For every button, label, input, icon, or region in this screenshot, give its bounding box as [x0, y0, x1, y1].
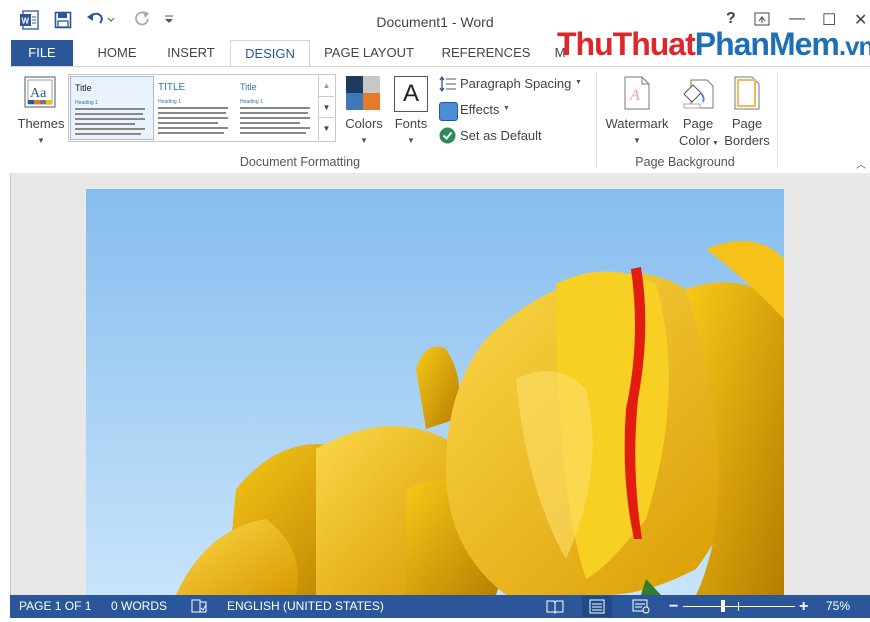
style-thumb-title: TITLE: [158, 82, 186, 93]
colors-label: Colors: [345, 116, 383, 131]
chevron-down-icon: ▼: [503, 105, 510, 112]
zoom-in-button[interactable]: +: [799, 595, 808, 618]
svg-text:Aa: Aa: [30, 86, 47, 101]
chevron-down-icon: ▼: [575, 79, 582, 86]
chevron-down-icon: ▼: [360, 136, 368, 145]
watermark-label: Watermark: [605, 116, 669, 131]
group-separator: [777, 72, 778, 168]
print-layout-icon[interactable]: [582, 596, 612, 617]
tab-design[interactable]: DESIGN: [230, 40, 310, 68]
zoom-out-button[interactable]: −: [669, 595, 678, 618]
themes-icon: Aa: [24, 76, 56, 108]
page-borders-label-line2: Borders: [724, 133, 770, 148]
svg-text:A: A: [629, 87, 640, 104]
tab-file[interactable]: FILE: [11, 40, 73, 66]
web-layout-icon[interactable]: [632, 599, 650, 614]
tab-references[interactable]: REFERENCES: [436, 40, 536, 66]
style-set-thumb[interactable]: TITLE Heading 1: [154, 76, 234, 138]
effects-label: Effects: [460, 102, 500, 117]
watermark-part2: PhanMem: [694, 26, 840, 62]
paragraph-spacing-icon: [439, 75, 457, 93]
chevron-down-icon: ▼: [633, 136, 641, 145]
page-count[interactable]: PAGE 1 OF 1: [19, 595, 91, 618]
watermark-part3: .vn: [838, 31, 870, 61]
group-label-page-background: Page Background: [635, 155, 735, 169]
page-color-label-line1: Page: [682, 116, 714, 131]
page-color-label-line2: Color ▼: [676, 133, 722, 148]
fonts-icon: A: [394, 76, 428, 112]
fonts-label: Fonts: [394, 116, 428, 131]
paragraph-spacing-button[interactable]: Paragraph Spacing ▼: [437, 74, 587, 94]
watermark-part1: ThuThuat: [557, 26, 696, 62]
page-borders-icon: [734, 76, 760, 110]
style-set-thumb[interactable]: Title Heading 1: [236, 76, 316, 138]
colors-button[interactable]: Colors ▼: [342, 72, 386, 152]
page-borders-button[interactable]: Page Borders: [722, 72, 772, 152]
page-color-icon: [681, 76, 715, 110]
themes-button[interactable]: Aa Themes ▼: [14, 72, 68, 152]
language-indicator[interactable]: ENGLISH (UNITED STATES): [227, 595, 384, 618]
group-label-document-formatting: Document Formatting: [239, 155, 361, 169]
page-color-label-text: Color: [679, 133, 711, 148]
tab-insert[interactable]: INSERT: [160, 40, 222, 66]
zoom-slider-thumb[interactable]: [721, 600, 726, 612]
chevron-down-icon: ▼: [710, 140, 719, 147]
gallery-scroll-down-icon[interactable]: ▼: [318, 96, 334, 118]
document-left-margin-line: [10, 173, 11, 595]
document-page[interactable]: [86, 189, 784, 595]
colors-icon: [346, 76, 380, 110]
watermark-button[interactable]: A Watermark ▼: [602, 72, 672, 152]
tab-home[interactable]: HOME: [88, 40, 146, 66]
proofing-icon[interactable]: [191, 599, 207, 614]
style-thumb-heading: Heading 1: [158, 99, 181, 105]
group-separator: [596, 72, 597, 168]
set-as-default-button[interactable]: Set as Default: [437, 126, 557, 146]
site-watermark-logo: ThuThuatPhanMem.vn: [557, 26, 870, 63]
chevron-down-icon: ▼: [407, 136, 415, 145]
effects-icon: [439, 102, 458, 121]
checkmark-icon: [439, 127, 456, 144]
collapse-ribbon-icon[interactable]: ︿: [856, 156, 866, 171]
tab-page-layout[interactable]: PAGE LAYOUT: [318, 40, 420, 66]
tulips-image[interactable]: [86, 189, 784, 595]
page-borders-label-line1: Page: [731, 116, 763, 131]
style-set-thumb[interactable]: Title Heading 1: [70, 76, 154, 140]
gallery-scroll-up-icon[interactable]: ▲: [318, 75, 334, 96]
ribbon-display-options-icon[interactable]: [754, 12, 770, 26]
zoom-level[interactable]: 75%: [826, 595, 850, 618]
zoom-slider-center-tick: [738, 602, 739, 611]
gallery-more-icon[interactable]: ▼: [318, 117, 334, 140]
read-mode-icon[interactable]: [546, 599, 564, 614]
style-thumb-title: Title: [240, 82, 257, 92]
themes-label: Themes: [17, 116, 65, 131]
chevron-down-icon: ▼: [37, 136, 45, 145]
zoom-slider-track[interactable]: [683, 606, 795, 607]
fonts-button[interactable]: A Fonts ▼: [390, 72, 432, 152]
style-thumb-heading: Heading 1: [240, 99, 263, 105]
page-color-button[interactable]: Page Color ▼: [674, 72, 722, 152]
word-count[interactable]: 0 WORDS: [111, 595, 167, 618]
style-thumb-heading: Heading 1: [75, 100, 98, 106]
set-as-default-label: Set as Default: [460, 128, 542, 143]
effects-button[interactable]: Effects ▼: [437, 100, 517, 121]
paragraph-spacing-label: Paragraph Spacing: [460, 76, 572, 91]
style-thumb-title: Title: [75, 83, 92, 93]
watermark-icon: A: [624, 76, 650, 110]
